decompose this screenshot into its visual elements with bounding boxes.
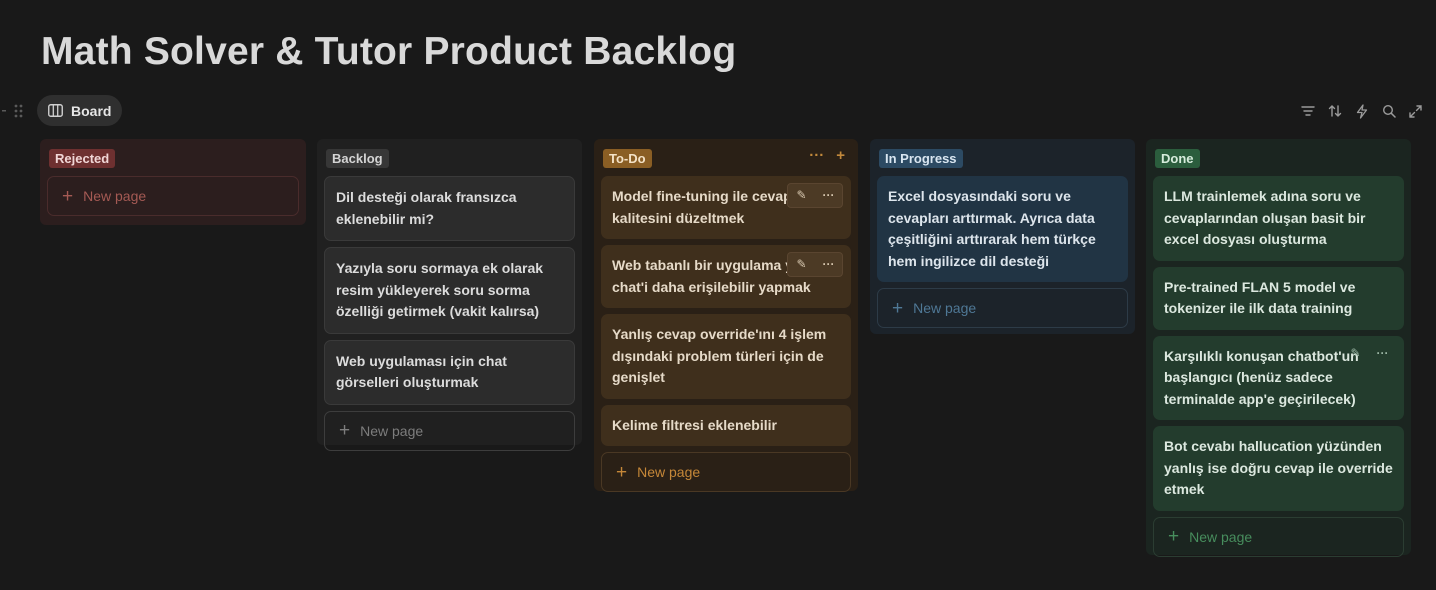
- filter-icon[interactable]: [1299, 101, 1316, 121]
- card-title: LLM trainlemek adına soru ve cevaplarınd…: [1164, 188, 1366, 247]
- edit-icon[interactable]: ✎: [788, 184, 815, 207]
- card[interactable]: Kelime filtresi eklenebilir: [601, 404, 851, 446]
- column-header: Rejected: [47, 147, 299, 169]
- board-icon: [48, 104, 63, 117]
- column-tag[interactable]: To-Do: [603, 148, 652, 168]
- view-tab-board[interactable]: Board: [37, 95, 123, 126]
- column-header: To-Do ··· +: [601, 147, 851, 169]
- new-page-button[interactable]: + New page: [1153, 516, 1404, 557]
- card[interactable]: Pre-trained FLAN 5 model ve tokenizer il…: [1153, 266, 1404, 330]
- column-todo: To-Do ··· + Model fine-tuning ile cevap …: [594, 139, 858, 492]
- column-tag[interactable]: In Progress: [879, 148, 963, 168]
- card-tools: ✎ ···: [1342, 343, 1396, 366]
- card[interactable]: Yazıyla soru sormaya ek olarak resim yük…: [324, 247, 575, 334]
- card-title: Karşılıklı konuşan chatbot'un başlangıcı…: [1164, 347, 1359, 407]
- view-tab-label: Board: [71, 102, 112, 119]
- card-title: Bot cevabı hallucation yüzünden yanlış i…: [1164, 438, 1393, 497]
- column-tag[interactable]: Backlog: [326, 148, 389, 168]
- new-page-button[interactable]: + New page: [601, 452, 851, 492]
- plus-icon: +: [62, 185, 74, 207]
- column-done: Done LLM trainlemek adına soru ve cevapl…: [1146, 139, 1411, 557]
- card-title: Model fine-tuning ile cevap kalitesini d…: [612, 188, 792, 226]
- column-tag[interactable]: Rejected: [49, 148, 116, 168]
- column-rejected: Rejected + New page: [40, 139, 306, 225]
- card-title: Yazıyla soru sormaya ek olarak resim yük…: [336, 260, 544, 319]
- plus-icon: +: [892, 297, 904, 319]
- plus-icon: +: [339, 420, 351, 441]
- new-page-button[interactable]: + New page: [47, 176, 299, 216]
- new-page-button[interactable]: + New page: [324, 410, 575, 451]
- add-icon[interactable]: +: [836, 147, 845, 164]
- new-page-button[interactable]: + New page: [877, 288, 1128, 328]
- sort-icon[interactable]: [1326, 101, 1343, 121]
- more-icon[interactable]: ···: [815, 253, 842, 276]
- new-page-label: New page: [83, 188, 147, 204]
- edit-icon[interactable]: ✎: [788, 253, 815, 276]
- card[interactable]: Dil desteği olarak fransızca eklenebilir…: [324, 176, 575, 241]
- card-title: Yanlış cevap override'ını 4 işlem dışınd…: [612, 326, 827, 385]
- card-title: Kelime filtresi eklenebilir: [612, 416, 777, 433]
- card[interactable]: LLM trainlemek adına soru ve cevaplarınd…: [1153, 176, 1404, 261]
- more-icon[interactable]: ···: [809, 147, 824, 164]
- view-bar: Board: [0, 93, 1436, 129]
- column-backlog: Backlog Dil desteği olarak fransızca ekl…: [317, 139, 582, 451]
- card-tools: ✎ ···: [787, 183, 843, 208]
- column-tag[interactable]: Done: [1155, 148, 1200, 168]
- new-page-label: New page: [1189, 528, 1253, 545]
- drag-handle-icon[interactable]: [2, 102, 24, 120]
- card[interactable]: Bot cevabı hallucation yüzünden yanlış i…: [1153, 426, 1404, 511]
- plus-icon: +: [616, 461, 628, 483]
- column-header: Backlog: [324, 147, 575, 169]
- toolbar: [1299, 101, 1424, 121]
- card[interactable]: Web uygulaması için chat görselleri oluş…: [324, 339, 575, 405]
- card[interactable]: Excel dosyasındaki soru ve cevapları art…: [877, 176, 1128, 282]
- search-icon[interactable]: [1380, 101, 1397, 121]
- column-header: In Progress: [877, 147, 1128, 169]
- card[interactable]: Yanlış cevap override'ını 4 işlem dışınd…: [601, 314, 851, 399]
- card[interactable]: Model fine-tuning ile cevap kalitesini d…: [601, 176, 851, 239]
- card-title: Web uygulaması için chat görselleri oluş…: [336, 352, 507, 391]
- lightning-icon[interactable]: [1353, 101, 1370, 121]
- card[interactable]: Web tabanlı bir uygulama yaparak chat'i …: [601, 245, 851, 308]
- column-header: Done: [1153, 147, 1404, 169]
- new-page-label: New page: [913, 300, 977, 316]
- column-in-progress: In Progress Excel dosyasındaki soru ve c…: [870, 139, 1135, 334]
- card[interactable]: Karşılıklı konuşan chatbot'un başlangıcı…: [1153, 335, 1404, 420]
- card-tools: ✎ ···: [787, 252, 843, 277]
- plus-icon: +: [1168, 526, 1180, 547]
- card-title: Dil desteği olarak fransızca eklenebilir…: [336, 189, 517, 227]
- more-icon[interactable]: ···: [1369, 343, 1396, 366]
- expand-icon[interactable]: [1407, 101, 1424, 121]
- new-page-label: New page: [360, 422, 424, 439]
- card-title: Pre-trained FLAN 5 model ve tokenizer il…: [1164, 278, 1356, 317]
- card-title: Excel dosyasındaki soru ve cevapları art…: [888, 188, 1096, 269]
- edit-icon[interactable]: ✎: [1342, 343, 1369, 366]
- new-page-label: New page: [637, 464, 701, 480]
- more-icon[interactable]: ···: [815, 184, 842, 207]
- page-title: Math Solver & Tutor Product Backlog: [41, 30, 737, 73]
